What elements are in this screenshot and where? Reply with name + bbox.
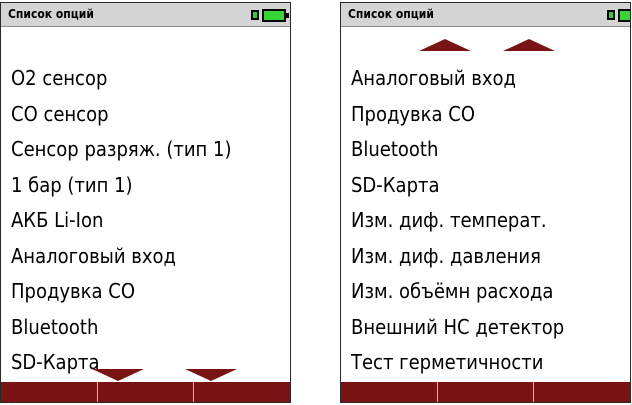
option-item[interactable]: SD-Карта [351,168,564,204]
option-item[interactable]: Аналоговый вход [11,239,232,275]
option-item[interactable]: АКБ Li-Ion [11,203,232,239]
option-list: Аналоговый вход Продувка СО Bluetooth SD… [351,61,564,381]
softkey-left[interactable] [341,382,437,402]
softkey-right[interactable] [533,382,630,402]
option-item[interactable]: 1 бар (тип 1) [11,168,232,204]
screen-title: Список опций [8,7,94,21]
softkey-bar [1,382,290,402]
scroll-up-arrow-icon [419,39,471,51]
option-list: О2 сенсор CO сенсор Сенсор разряж. (тип … [11,61,232,381]
option-item[interactable]: Изм. диф. давления [351,239,564,275]
screen-header: Список опций [341,3,630,27]
plug-icon [607,10,615,20]
status-icons [607,8,630,22]
scroll-up-arrow-icon [503,39,555,51]
option-item[interactable]: Продувка СО [351,97,564,133]
battery-icon [618,8,630,22]
option-item[interactable]: Тест герметичности [351,345,564,381]
status-icons [251,8,289,22]
softkey-middle[interactable] [96,382,194,402]
softkey-middle[interactable] [436,382,534,402]
softkey-left[interactable] [1,382,97,402]
option-item[interactable]: Продувка СО [11,274,232,310]
option-item[interactable]: Аналоговый вход [351,61,564,97]
battery-icon [262,8,289,22]
option-item[interactable]: CO сенсор [11,97,232,133]
softkey-right[interactable] [193,382,290,402]
softkey-bar [341,382,630,402]
option-item[interactable]: Bluetooth [11,310,232,346]
option-item[interactable]: Сенсор разряж. (тип 1) [11,132,232,168]
option-item[interactable]: Внешний НС детектор [351,310,564,346]
option-item[interactable]: Bluetooth [351,132,564,168]
screen-header: Список опций [1,3,290,27]
plug-icon [251,10,259,20]
screen-title: Список опций [348,7,434,21]
option-list-screen-right: Список опций Аналоговый вход Продувка СО… [340,2,631,403]
option-item[interactable]: Изм. объёмн расхода [351,274,564,310]
option-list-screen-left: Список опций О2 сенсор CO сенсор Сенсор … [0,2,291,403]
option-item[interactable]: О2 сенсор [11,61,232,97]
option-item[interactable]: Изм. диф. температ. [351,203,564,239]
